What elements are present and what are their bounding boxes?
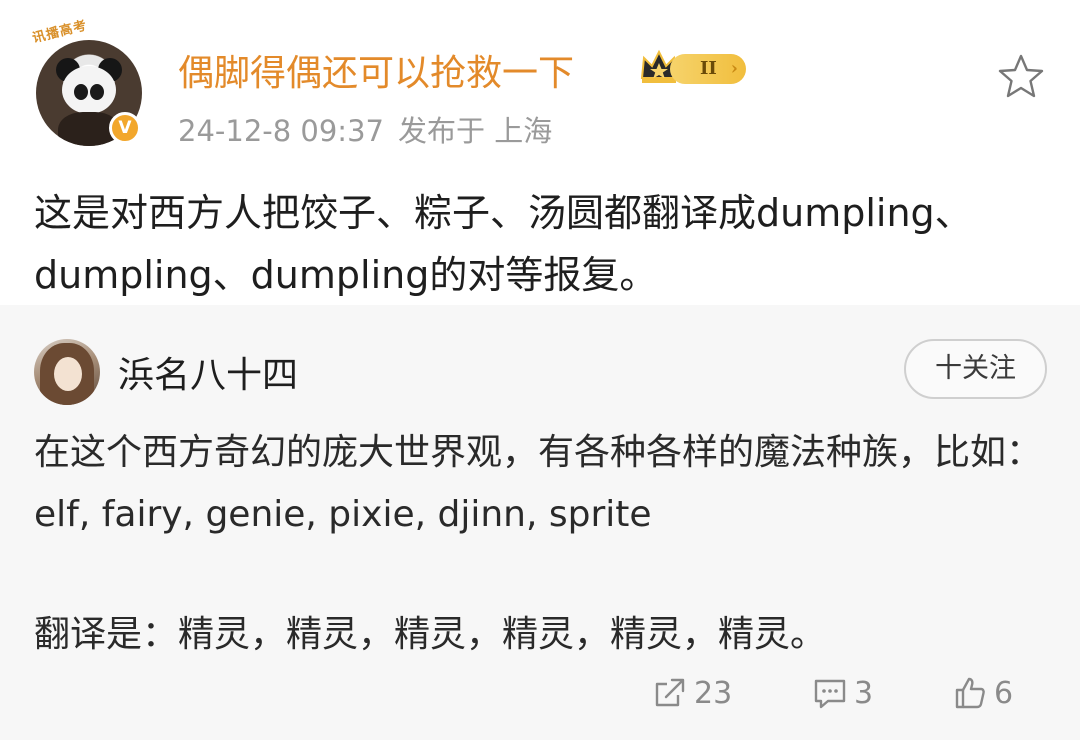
level-label: II ›	[670, 54, 746, 84]
repost-icon	[655, 678, 685, 707]
panda-face	[62, 66, 116, 114]
panda-eye-right	[90, 84, 104, 100]
repost-button[interactable]: 23	[652, 668, 732, 718]
post-location: 发布于 上海	[397, 114, 553, 148]
panda-eye-left	[74, 84, 88, 100]
like-icon	[955, 677, 985, 709]
comment-button[interactable]: 3	[812, 668, 873, 718]
like-count: 6	[994, 675, 1014, 711]
post-datetime: 24-12-8 09:37	[178, 114, 384, 148]
post-meta: 24-12-8 09:37 发布于 上海	[178, 108, 552, 150]
reply-line-1: 在这个西方奇幻的庞大世界观，有各种各样的魔法种族，比如：elf, fairy, …	[34, 432, 1043, 535]
comment-icon	[814, 679, 846, 709]
post-username[interactable]: 偶脚得偶还可以抢救一下	[178, 44, 574, 96]
chevron-right-icon: ›	[730, 58, 738, 79]
comment-count: 3	[854, 675, 874, 711]
reply-body: 在这个西方奇幻的庞大世界观，有各种各样的魔法种族，比如：elf, fairy, …	[34, 422, 1044, 666]
reply-line-2: 翻译是：精灵，精灵，精灵，精灵，精灵，精灵。	[34, 614, 827, 655]
post-body: 这是对西方人把饺子、粽子、汤圆都翻译成dumpling、dumpling、dum…	[34, 191, 973, 297]
post-card: 讯播高考 V 偶脚得偶还可以抢救一下 II › 24-12-8 09:37 发布于…	[0, 0, 1080, 305]
avatar-face	[54, 357, 82, 391]
verified-badge: V	[109, 112, 141, 144]
repost-count: 23	[694, 675, 733, 711]
reply-username[interactable]: 浜名八十四	[118, 346, 298, 398]
star-icon[interactable]	[996, 52, 1046, 100]
level-badge[interactable]: II ›	[638, 48, 748, 86]
follow-button[interactable]: 十关注	[904, 339, 1047, 399]
reply-avatar[interactable]	[34, 339, 100, 405]
level-number: II	[700, 58, 717, 79]
like-button[interactable]: 6	[952, 668, 1013, 718]
